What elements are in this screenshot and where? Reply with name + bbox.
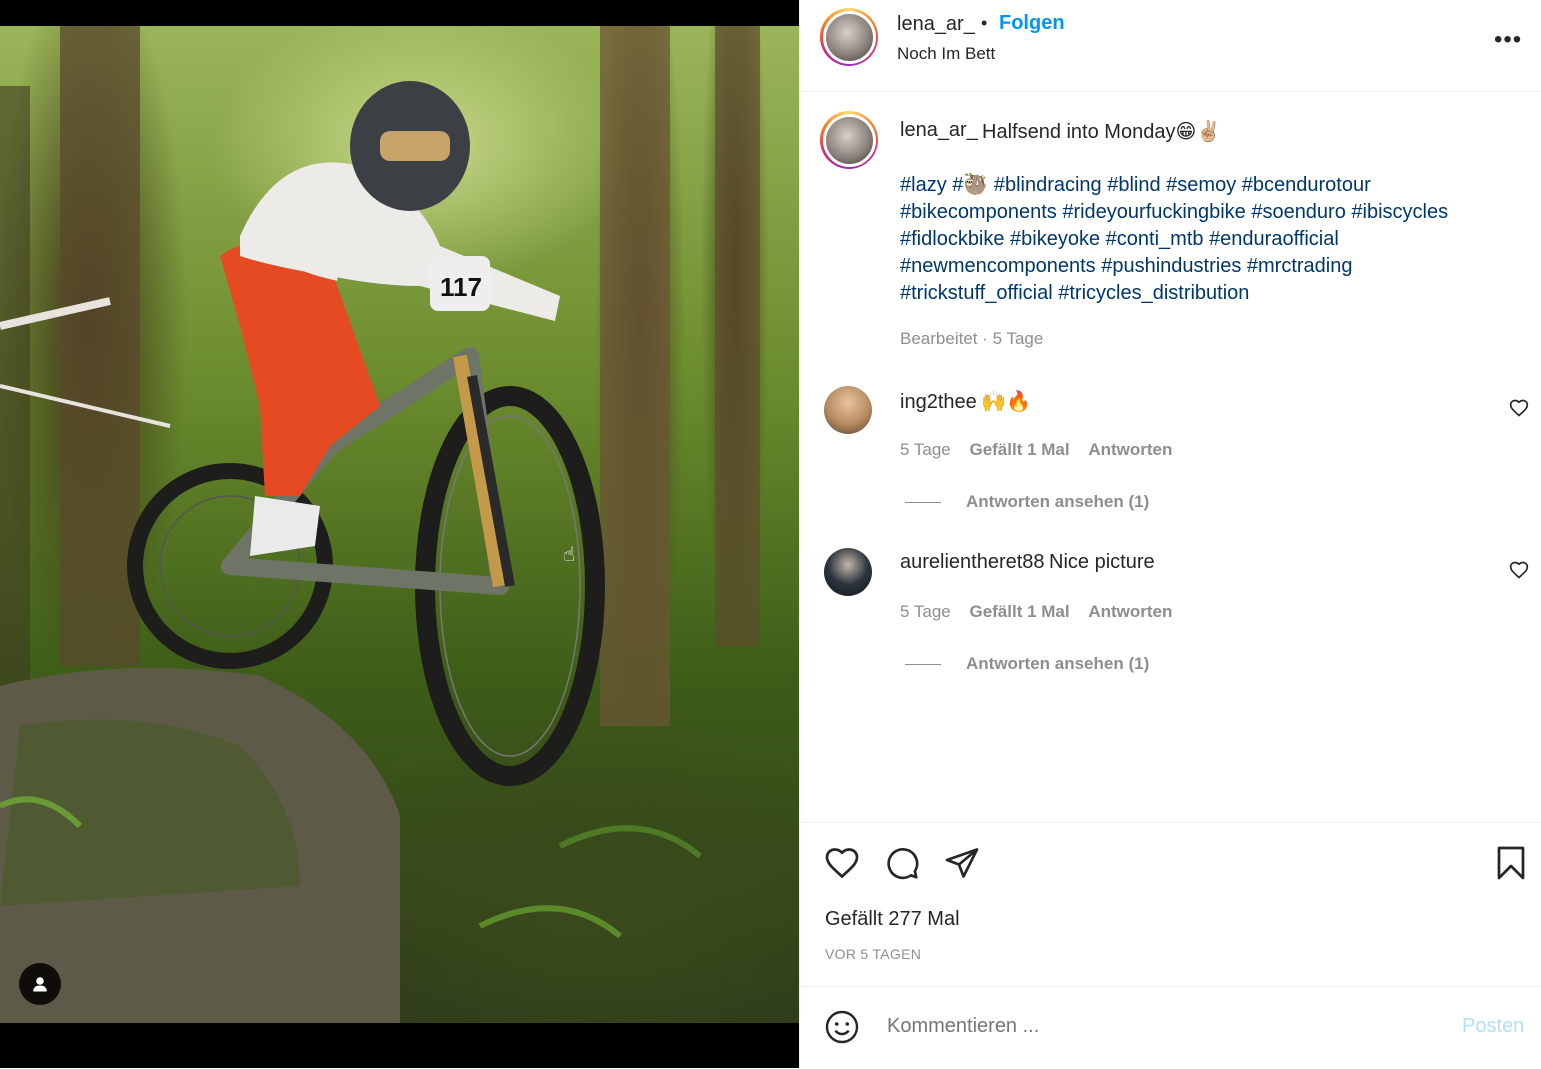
comment-input[interactable] bbox=[885, 1014, 1409, 1039]
author-avatar[interactable] bbox=[820, 8, 878, 66]
comment-like-button[interactable] bbox=[1509, 398, 1529, 423]
comment-reply-button[interactable]: Antworten bbox=[1088, 602, 1172, 621]
post-details-panel: lena_ar_ • Folgen Noch Im Bett ••• lena_… bbox=[799, 0, 1541, 1068]
follow-button[interactable]: Folgen bbox=[999, 12, 1065, 35]
like-button[interactable] bbox=[824, 845, 860, 886]
comment-likes[interactable]: Gefällt 1 Mal bbox=[969, 602, 1069, 621]
bookmark-icon bbox=[1497, 846, 1525, 880]
commenter-avatar[interactable] bbox=[824, 386, 872, 434]
comment-likes[interactable]: Gefällt 1 Mal bbox=[969, 440, 1069, 459]
photo-illustration: 117 bbox=[0, 26, 760, 1023]
comment-username[interactable]: ing2thee bbox=[900, 391, 977, 413]
paper-plane-icon bbox=[945, 848, 979, 878]
author-username[interactable]: lena_ar_ bbox=[897, 13, 975, 36]
comment-username[interactable]: aurelientheret88 bbox=[900, 551, 1045, 573]
comment-text: Nice picture bbox=[1049, 551, 1155, 573]
post-time: VOR 5 TAGEN bbox=[825, 946, 922, 962]
caption-username[interactable]: lena_ar_ bbox=[900, 119, 978, 142]
smiley-icon bbox=[825, 1010, 859, 1044]
hashtag-line[interactable]: #lazy #🦥 #blindracing #blind #semoy #bce… bbox=[900, 172, 1520, 199]
post-header: lena_ar_ • Folgen Noch Im Bett ••• bbox=[800, 0, 1541, 92]
hashtag-line[interactable]: #newmencomponents #pushindustries #mrctr… bbox=[900, 253, 1520, 280]
person-icon bbox=[33, 977, 47, 992]
post-comment-button[interactable]: Posten bbox=[1462, 1015, 1524, 1038]
comment-bubble-icon bbox=[887, 848, 919, 880]
save-button[interactable] bbox=[1493, 845, 1529, 886]
view-replies-button[interactable]: Antworten ansehen (1) bbox=[966, 654, 1149, 674]
heart-icon bbox=[1509, 561, 1529, 579]
comment-like-button[interactable] bbox=[1509, 560, 1529, 585]
post-photo[interactable]: 117 ☝ bbox=[0, 26, 799, 1023]
emoji-button[interactable] bbox=[824, 1009, 860, 1050]
post-location[interactable]: Noch Im Bett bbox=[897, 44, 995, 64]
heart-icon bbox=[1509, 399, 1529, 417]
replies-divider bbox=[905, 502, 941, 503]
comment-reply-button[interactable]: Antworten bbox=[1088, 440, 1172, 459]
post-media[interactable]: 117 ☝ bbox=[0, 0, 799, 1068]
caption-author-avatar[interactable] bbox=[820, 111, 878, 169]
caption-text: Halfsend into Monday😁✌🏼 bbox=[982, 121, 1222, 143]
hashtag-line[interactable]: #trickstuff_official #tricycles_distribu… bbox=[900, 280, 1520, 307]
view-replies-button[interactable]: Antworten ansehen (1) bbox=[966, 492, 1149, 512]
heart-icon bbox=[825, 848, 859, 879]
comment-text: 🙌🔥 bbox=[981, 391, 1032, 413]
comment-button[interactable] bbox=[884, 845, 920, 886]
share-button[interactable] bbox=[944, 845, 980, 886]
svg-text:117: 117 bbox=[440, 272, 482, 302]
commenter-avatar[interactable] bbox=[824, 548, 872, 596]
hashtag-line[interactable]: #fidlockbike #bikeyoke #conti_mtb #endur… bbox=[900, 226, 1520, 253]
hashtag-line[interactable]: #bikecomponents #rideyourfuckingbike #so… bbox=[900, 199, 1520, 226]
comment-age: 5 Tage bbox=[900, 602, 951, 621]
edited-timestamp: Bearbeitet · 5 Tage bbox=[900, 329, 1044, 348]
likes-count[interactable]: Gefällt 277 Mal bbox=[825, 908, 960, 931]
hashtag-list: #lazy #🦥 #blindracing #blind #semoy #bce… bbox=[900, 172, 1520, 307]
user-tag-button[interactable] bbox=[19, 963, 61, 1005]
more-options-button[interactable]: ••• bbox=[1494, 26, 1522, 54]
replies-divider bbox=[905, 664, 941, 665]
comment-age: 5 Tage bbox=[900, 440, 951, 459]
separator-dot: • bbox=[981, 13, 988, 33]
hand-cursor-icon: ☝ bbox=[563, 544, 576, 566]
ellipsis-icon: ••• bbox=[1494, 26, 1523, 53]
